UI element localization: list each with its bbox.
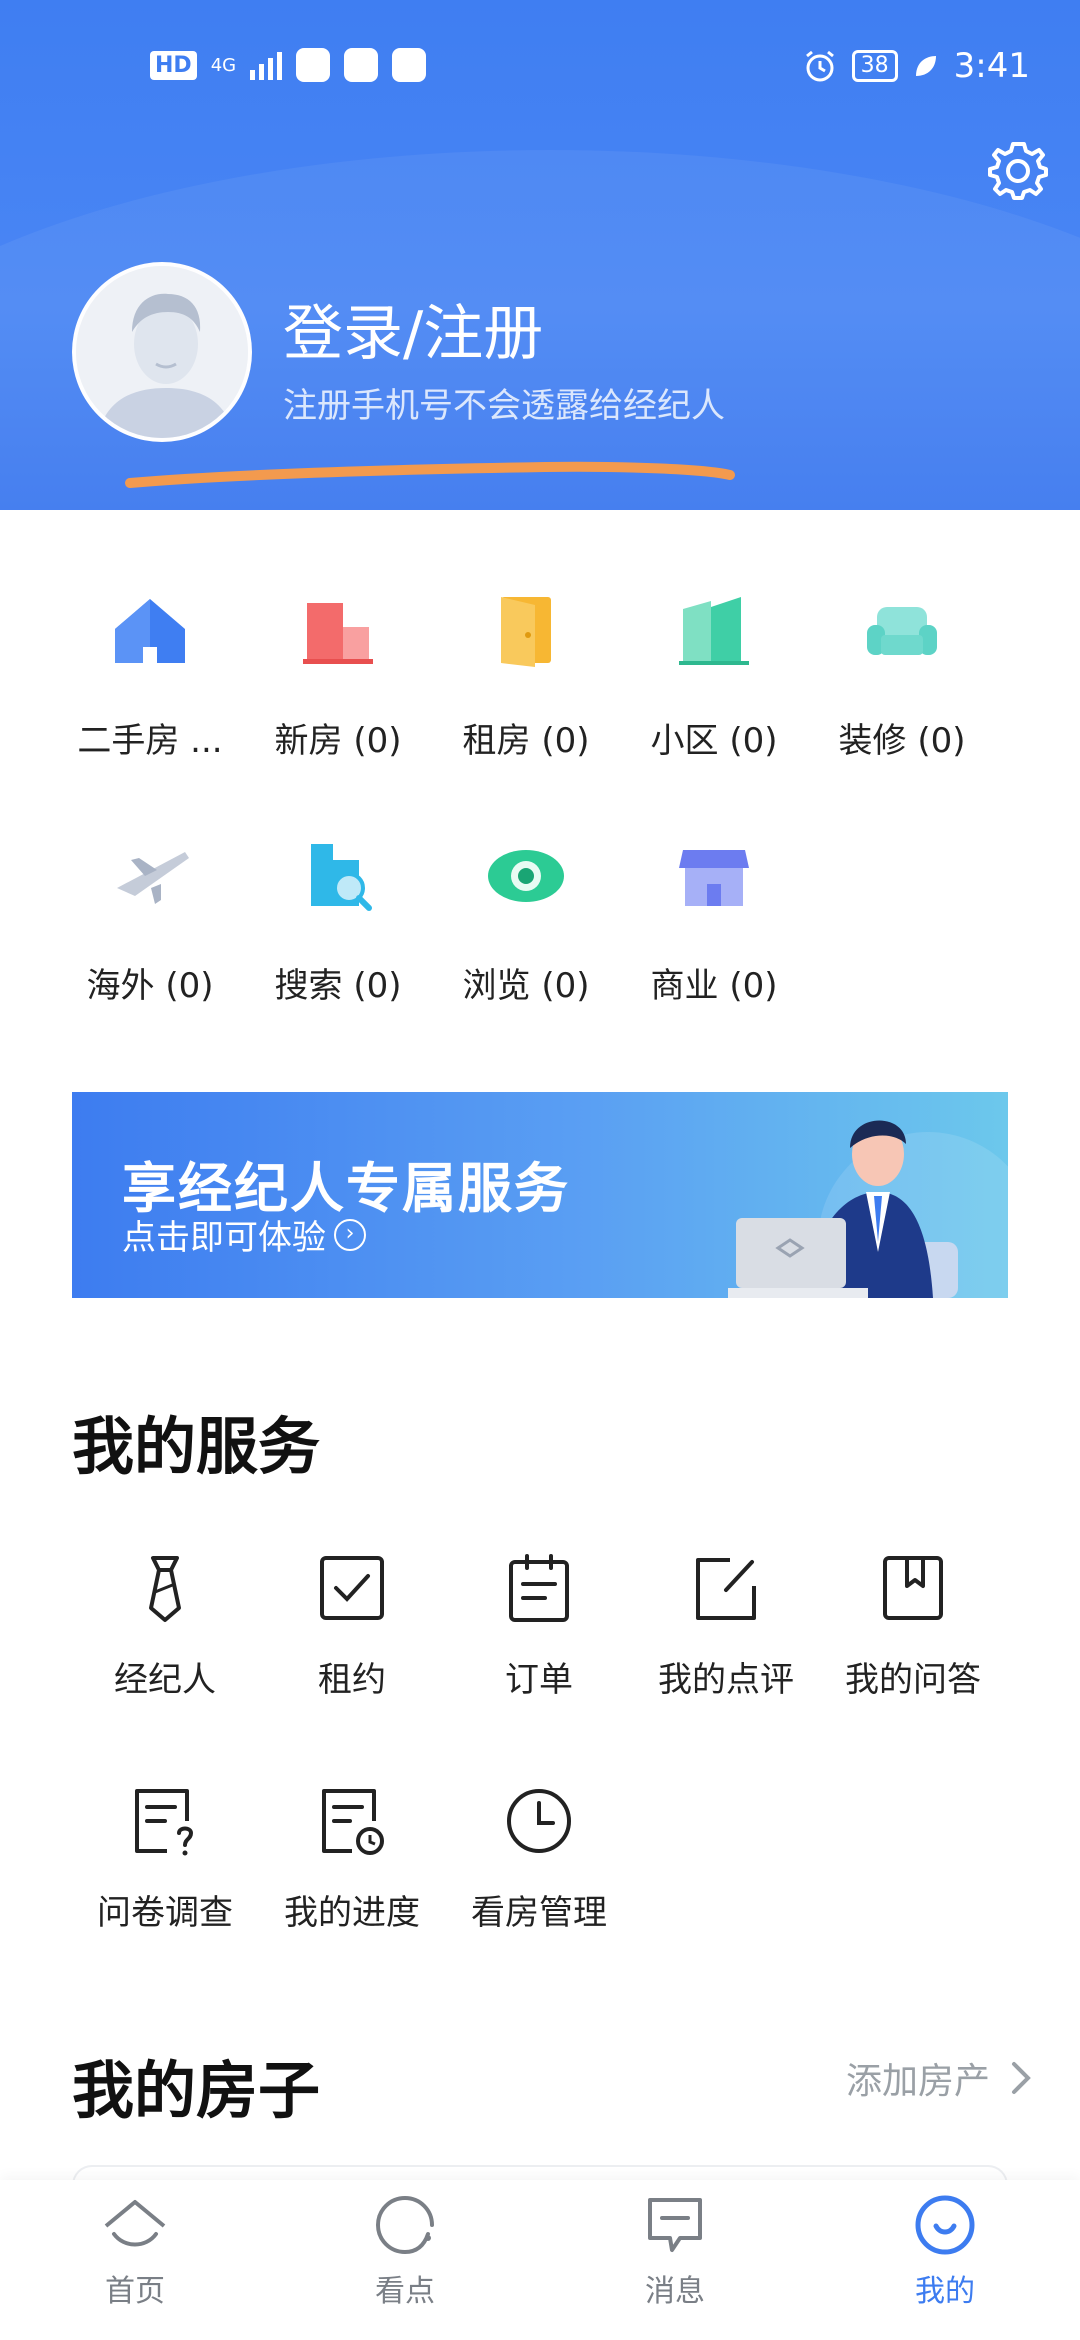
login-register-title[interactable]: 登录/注册 — [283, 285, 543, 372]
service-agent[interactable]: 经纪人 — [70, 1548, 260, 1701]
app-notification-icon — [296, 48, 331, 82]
chevron-right-icon — [1012, 2062, 1031, 2094]
orange-underline-annotation — [125, 461, 735, 488]
plane-icon — [117, 852, 189, 904]
category-new-house[interactable]: 新房 (0) — [248, 585, 428, 785]
nav-discover[interactable]: 看点 — [270, 2180, 540, 2340]
category-label: 租房 (0) — [462, 721, 590, 761]
service-reviews[interactable]: 我的点评 — [631, 1548, 821, 1701]
service-label: 租约 — [318, 1660, 386, 1700]
shop-icon — [679, 850, 749, 906]
services-title: 我的服务 — [72, 1410, 321, 1483]
nav-label: 首页 — [105, 2274, 165, 2309]
app-notification-icon — [344, 48, 379, 82]
sofa-icon — [867, 607, 937, 655]
service-label: 订单 — [505, 1660, 573, 1700]
clock-icon — [507, 1789, 571, 1853]
tie-icon — [149, 1556, 181, 1622]
category-label: 新房 (0) — [274, 721, 402, 761]
community-icon — [679, 597, 749, 665]
category-browse[interactable]: 浏览 (0) — [436, 830, 616, 1030]
service-label: 我的问答 — [845, 1660, 981, 1700]
service-label: 我的点评 — [658, 1660, 794, 1700]
login-subtitle: 注册手机号不会透露给经纪人 — [283, 386, 725, 426]
nav-label: 消息 — [645, 2274, 705, 2309]
agent-service-banner[interactable]: 享经纪人专属服务 点击即可体验 › — [72, 1092, 1008, 1298]
profile-icon — [915, 2195, 975, 2255]
discover-icon — [375, 2195, 434, 2255]
service-orders[interactable]: 订单 — [444, 1548, 634, 1701]
banner-subtitle-text: 点击即可体验 — [122, 1218, 326, 1258]
home-icon — [104, 2200, 166, 2247]
progress-doc-icon — [322, 1789, 384, 1855]
network-type: 4G — [210, 54, 237, 76]
category-label: 装修 (0) — [838, 721, 966, 761]
chevron-right-circle-icon: › — [334, 1218, 366, 1251]
status-time: 3:41 — [953, 46, 1030, 86]
nav-label: 看点 — [375, 2274, 435, 2309]
service-lease[interactable]: 租约 — [257, 1548, 447, 1701]
door-icon — [501, 597, 551, 667]
category-second-hand[interactable]: 二手房 ... — [60, 585, 240, 785]
service-questionnaire[interactable]: 问卷调查 — [70, 1781, 260, 1934]
battery-indicator: 38 — [851, 50, 898, 82]
building-icon — [303, 603, 373, 664]
category-label: 二手房 ... — [77, 721, 223, 761]
app-notification-icon — [392, 48, 427, 82]
category-label: 商业 (0) — [650, 966, 778, 1006]
checkbox-icon — [320, 1556, 384, 1620]
category-commercial[interactable]: 商业 (0) — [624, 830, 804, 1030]
questionnaire-icon — [135, 1789, 194, 1856]
category-label: 搜索 (0) — [274, 966, 402, 1006]
signal-icon — [250, 50, 283, 80]
bookmark-icon — [883, 1556, 943, 1620]
nav-home[interactable]: 首页 — [0, 2180, 270, 2340]
clipboard-icon — [509, 1554, 569, 1622]
category-label: 小区 (0) — [650, 721, 778, 761]
nav-label: 我的 — [915, 2274, 975, 2309]
category-label: 海外 (0) — [86, 966, 214, 1006]
service-label: 我的进度 — [284, 1893, 420, 1933]
service-progress[interactable]: 我的进度 — [257, 1781, 447, 1934]
service-viewing-management[interactable]: 看房管理 — [444, 1781, 634, 1934]
service-qa[interactable]: 我的问答 — [818, 1548, 1008, 1701]
category-overseas[interactable]: 海外 (0) — [60, 830, 240, 1030]
category-decoration[interactable]: 装修 (0) — [812, 585, 992, 785]
search-book-icon — [311, 844, 372, 911]
nav-messages[interactable]: 消息 — [540, 2180, 810, 2340]
default-avatar-icon — [76, 266, 248, 438]
service-label: 问卷调查 — [97, 1893, 233, 1933]
service-label: 经纪人 — [114, 1660, 216, 1700]
message-icon — [648, 2198, 702, 2252]
eye-icon — [488, 850, 564, 902]
category-rent[interactable]: 租房 (0) — [436, 585, 616, 785]
banner-subtitle: 点击即可体验 › — [122, 1210, 366, 1259]
hd-indicator: HD — [150, 50, 197, 80]
bottom-navigation: 首页 看点 消息 我的 — [0, 2180, 1080, 2340]
settings-gear-icon[interactable] — [986, 138, 1050, 202]
nav-profile[interactable]: 我的 — [810, 2180, 1080, 2340]
leaf-icon — [915, 56, 936, 76]
agent-illustration — [728, 1120, 1008, 1298]
profile-header: HD 4G 38 3:41 登录/注册 注册手机号不会透露给经纪人 — [0, 0, 1080, 510]
my-houses-title: 我的房子 — [72, 2054, 321, 2127]
add-property-label: 添加房产 — [845, 2061, 990, 2102]
category-search[interactable]: 搜索 (0) — [248, 830, 428, 1030]
alarm-icon — [805, 50, 834, 82]
add-property-link[interactable]: 添加房产 — [846, 2052, 1032, 2104]
status-bar: HD 4G 38 3:41 — [0, 40, 1080, 100]
edit-icon — [696, 1558, 756, 1620]
house-icon — [115, 599, 185, 663]
category-label: 浏览 (0) — [462, 966, 590, 1006]
category-community[interactable]: 小区 (0) — [624, 585, 804, 785]
avatar[interactable] — [72, 262, 252, 442]
service-label: 看房管理 — [471, 1893, 607, 1933]
